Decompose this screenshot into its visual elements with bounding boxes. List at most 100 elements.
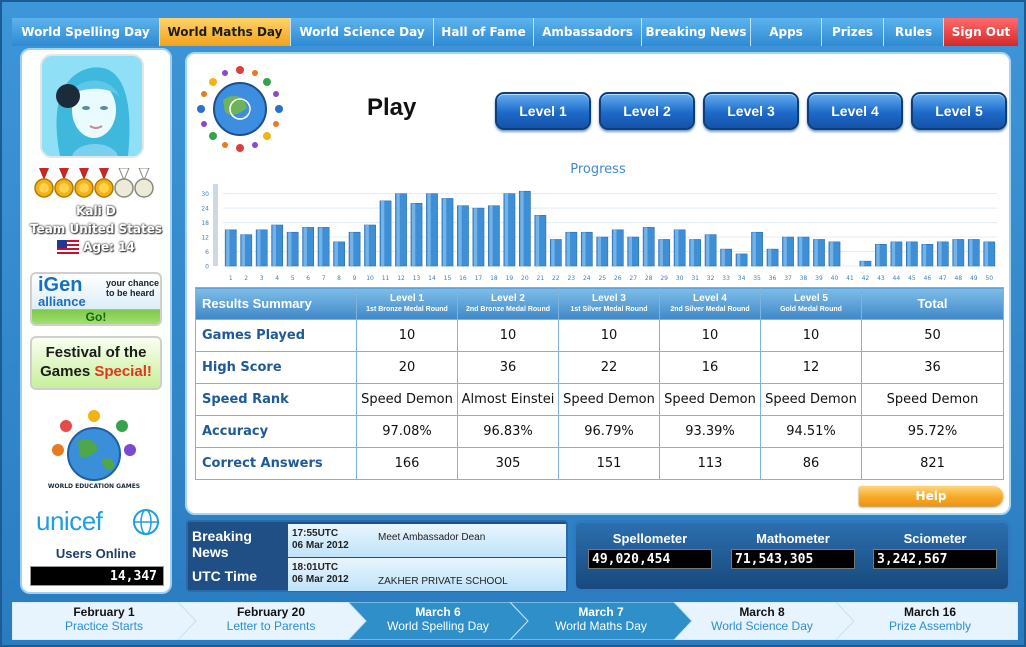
col-header-level-1: Level 1 1st Bronze Medal Round xyxy=(356,287,458,320)
table-cell: Speed Demon xyxy=(760,383,862,416)
timeline-item[interactable]: March 16 Prize Assembly xyxy=(844,602,1016,640)
row-label: Correct Answers xyxy=(195,447,357,480)
level-3-button[interactable]: Level 3 xyxy=(703,92,799,130)
x-tick-label: 34 xyxy=(738,275,746,282)
sign-out-button[interactable]: Sign Out xyxy=(944,18,1018,46)
x-tick-label: 17 xyxy=(475,275,483,282)
tab-rules[interactable]: Rules xyxy=(884,18,944,46)
gold-medal-icon xyxy=(74,168,94,198)
us-flag-icon xyxy=(57,240,80,254)
x-tick-label: 13 xyxy=(413,275,421,282)
world-education-games-logo[interactable]: WORLD EDUCATION GAMES xyxy=(46,406,142,492)
weg-logo-text: WORLD EDUCATION GAMES xyxy=(48,483,140,490)
tab-ambassadors[interactable]: Ambassadors xyxy=(534,18,642,46)
igen-alliance-banner[interactable]: iGen alliance your chance to be heard Go… xyxy=(30,272,162,326)
timeline-item[interactable]: March 8 World Science Day xyxy=(680,602,844,640)
profile-sidebar: Kali D Team United States Age: 14 iGen a… xyxy=(20,48,172,594)
festival-line1: Festival of the xyxy=(45,344,147,361)
x-tick-label: 4 xyxy=(275,275,279,282)
timeline-date: March 8 xyxy=(739,605,785,619)
x-tick-label: 38 xyxy=(800,275,808,282)
unicef-logo[interactable]: unicef xyxy=(32,506,162,538)
table-cell: 10 xyxy=(659,319,761,352)
x-tick-label: 32 xyxy=(707,275,715,282)
avatar[interactable] xyxy=(40,54,144,158)
x-tick-label: 45 xyxy=(908,275,916,282)
x-tick-label: 50 xyxy=(985,275,993,282)
x-tick-label: 39 xyxy=(815,275,823,282)
timeline-item[interactable]: February 20 Letter to Parents xyxy=(186,602,356,640)
table-cell: 94.51% xyxy=(760,415,862,448)
spellometer: Spellometer 49,020,454 xyxy=(588,531,712,569)
level-4-button[interactable]: Level 4 xyxy=(807,92,903,130)
play-panel: Play Level 1 Level 2 Level 3 Level 4 Lev… xyxy=(185,52,1011,515)
table-cell: Speed Demon xyxy=(659,383,761,416)
timeline-date: February 1 xyxy=(73,605,135,619)
table-cell: 113 xyxy=(659,447,761,480)
page-title: Play xyxy=(367,94,417,121)
mathometer: Mathometer 71,543,305 xyxy=(731,531,855,569)
x-tick-label: 44 xyxy=(893,275,901,282)
table-row: High Score 20 36 22 16 12 36 xyxy=(195,351,1004,384)
x-tick-label: 3 xyxy=(260,275,264,282)
col-level: Level 1 xyxy=(390,293,424,304)
level-5-button[interactable]: Level 5 xyxy=(911,92,1007,130)
timeline-item[interactable]: March 7 World Maths Day xyxy=(518,602,684,640)
tab-hall-of-fame[interactable]: Hall of Fame xyxy=(434,18,534,46)
x-tick-label: 23 xyxy=(567,275,575,282)
progress-bar-highlight xyxy=(814,239,818,266)
igen-go: Go! xyxy=(85,310,107,324)
breaking-news-label: Breaking News xyxy=(192,528,290,560)
timeline-event: Practice Starts xyxy=(64,619,144,633)
news-item[interactable]: 17:55UTC 06 Mar 2012 Meet Ambassador Dea… xyxy=(288,524,566,557)
timeline-item[interactable]: March 6 World Spelling Day xyxy=(356,602,520,640)
tab-world-science-day[interactable]: World Science Day xyxy=(291,18,434,46)
progress-bar-highlight xyxy=(984,241,989,266)
x-tick-label: 24 xyxy=(583,275,591,282)
table-row: Accuracy 97.08% 96.83% 96.79% 93.39% 94.… xyxy=(195,415,1004,448)
sciometer: Sciometer 3,242,567 xyxy=(873,531,997,569)
help-button[interactable]: Help xyxy=(859,486,1003,506)
festival-line2: Games Special! xyxy=(32,363,160,380)
x-tick-label: 8 xyxy=(337,275,341,282)
x-tick-label: 18 xyxy=(490,275,498,282)
progress-bar-highlight xyxy=(891,241,896,266)
timeline-event: World Maths Day xyxy=(555,619,647,633)
news-item[interactable]: 18:01UTC 06 Mar 2012 ZAKHER PRIVATE SCHO… xyxy=(288,558,566,591)
x-tick-label: 31 xyxy=(691,275,699,282)
x-tick-label: 19 xyxy=(506,275,514,282)
progress-bar-highlight xyxy=(566,232,571,266)
x-tick-label: 33 xyxy=(722,275,730,282)
tab-apps[interactable]: Apps xyxy=(751,18,822,46)
level-1-button[interactable]: Level 1 xyxy=(495,92,591,130)
progress-bar-highlight xyxy=(613,229,617,266)
x-tick-label: 7 xyxy=(322,275,326,282)
timeline-item[interactable]: February 1 Practice Starts xyxy=(12,602,196,640)
progress-bar-highlight xyxy=(257,229,261,266)
timeline-event: Prize Assembly xyxy=(888,619,972,633)
table-cell: Almost Einstei xyxy=(457,383,559,416)
y-axis-bar xyxy=(213,184,218,266)
col-level: Level 4 xyxy=(693,293,727,304)
progress-bar-highlight xyxy=(241,234,245,266)
x-tick-label: 20 xyxy=(521,275,529,282)
progress-bar-highlight xyxy=(473,208,478,266)
tab-world-spelling-day[interactable]: World Spelling Day xyxy=(12,18,160,46)
tab-prizes[interactable]: Prizes xyxy=(822,18,884,46)
festival-banner[interactable]: Festival of the Games Special! xyxy=(30,336,162,390)
col-sub: 2nd Silver Medal Round xyxy=(670,306,750,313)
timeline-event: Letter to Parents xyxy=(226,619,316,633)
igen-title: iGen xyxy=(38,274,83,296)
table-cell: 22 xyxy=(558,351,660,384)
tab-breaking-news[interactable]: Breaking News xyxy=(642,18,751,46)
x-tick-label: 9 xyxy=(353,275,357,282)
progress-bar-highlight xyxy=(752,232,756,266)
igen-subtitle: alliance xyxy=(38,294,86,309)
progress-bar-highlight xyxy=(551,239,555,266)
progress-bar-highlight xyxy=(442,198,447,266)
unicef-globe-icon xyxy=(133,509,159,535)
tab-world-maths-day[interactable]: World Maths Day xyxy=(160,18,291,46)
news-timestamp: 18:01UTC 06 Mar 2012 xyxy=(292,562,349,586)
progress-bar-highlight xyxy=(458,205,462,266)
level-2-button[interactable]: Level 2 xyxy=(599,92,695,130)
